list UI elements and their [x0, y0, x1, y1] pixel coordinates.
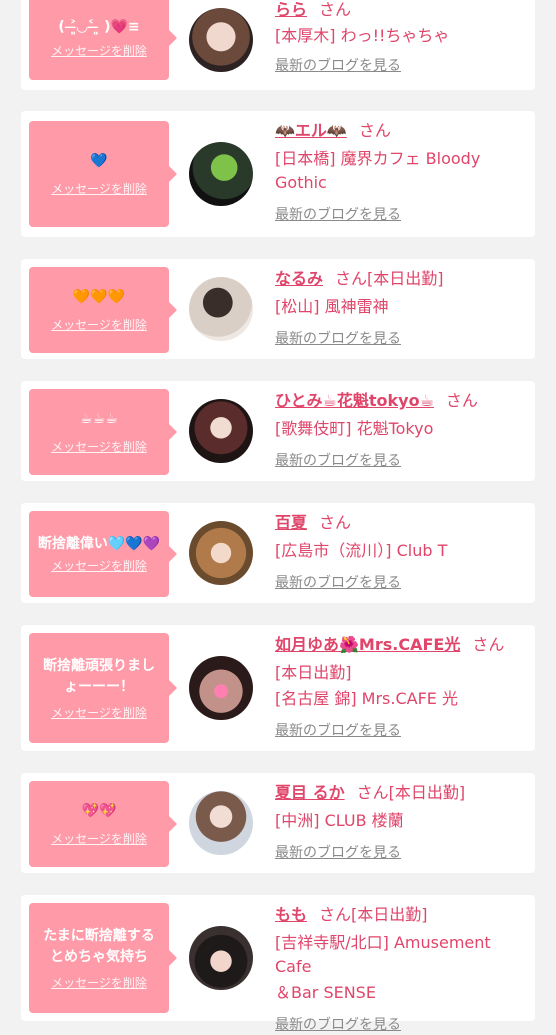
name-link[interactable]: 🦇エル🦇	[275, 121, 347, 140]
list-item: 💙 メッセージを削除 🦇エル🦇 さん [日本橋] 魔界カフェ Bloody Got…	[21, 111, 535, 237]
message-bubble: ☕☕☕ メッセージを削除	[29, 389, 177, 475]
shop-info: Gothic	[275, 173, 327, 192]
shop-info: [広島市（流川）] Club T	[275, 541, 448, 560]
list-item: ☕☕☕ メッセージを削除 ひとみ☕花魁tokyo☕ さん [歌舞伎町] 花魁Tok…	[21, 381, 535, 481]
shop-info: [本日出勤]	[275, 663, 352, 682]
message-text: 💙	[90, 153, 108, 169]
name-link[interactable]: もも	[275, 905, 307, 924]
message-text: 断捨離偉い🩵💙💜	[37, 536, 161, 552]
latest-blog-link[interactable]: 最新のブログを見る	[275, 205, 401, 225]
latest-blog-link[interactable]: 最新のブログを見る	[275, 721, 401, 741]
avatar[interactable]	[189, 399, 253, 463]
avatar[interactable]	[189, 142, 253, 206]
message-bubble: 💖💖 メッセージを削除	[29, 781, 177, 867]
delete-message-link[interactable]: メッセージを削除	[51, 557, 147, 574]
honorific: さん	[356, 783, 389, 802]
delete-message-link[interactable]: メッセージを削除	[51, 316, 147, 333]
honorific: さん	[319, 513, 352, 532]
message-bubble: 断捨離偉い🩵💙💜 メッセージを削除	[29, 511, 177, 597]
honorific: さん	[472, 635, 505, 654]
latest-blog-link[interactable]: 最新のブログを見る	[275, 451, 401, 471]
avatar[interactable]	[189, 521, 253, 585]
avatar[interactable]	[189, 8, 253, 72]
name-link[interactable]: らら	[275, 0, 307, 19]
honorific: さん	[358, 121, 391, 140]
message-bubble: 💙 メッセージを削除	[29, 121, 177, 227]
message-text: ☕☕☕	[80, 411, 118, 427]
message-text: 💖💖	[81, 803, 117, 819]
delete-message-link[interactable]: メッセージを削除	[51, 438, 147, 455]
delete-message-link[interactable]: メッセージを削除	[51, 974, 147, 991]
shop-info: [日本橋] 魔界カフェ Bloody	[275, 149, 481, 168]
message-bubble: たまに断捨離するとめちゃ気持ち メッセージを削除	[29, 903, 177, 1013]
status-label: [本日出勤]	[351, 905, 428, 924]
name-link[interactable]: 百夏	[275, 513, 307, 532]
shop-info: [歌舞伎町] 花魁Tokyo	[275, 419, 434, 438]
honorific: さん	[335, 269, 368, 288]
latest-blog-link[interactable]: 最新のブログを見る	[275, 843, 401, 863]
delete-message-link[interactable]: メッセージを削除	[51, 704, 147, 721]
latest-blog-link[interactable]: 最新のブログを見る	[275, 1015, 401, 1035]
status-label: [本日出勤]	[367, 269, 444, 288]
honorific: さん	[445, 391, 478, 410]
name-link[interactable]: 如月ゆあ🌺Mrs.CAFE光	[275, 635, 460, 654]
message-text: 🧡🧡🧡	[72, 289, 126, 305]
list-item: 断捨離偉い🩵💙💜 メッセージを削除 百夏 さん [広島市（流川）] Club T …	[21, 503, 535, 603]
list-item: 💖💖 メッセージを削除 夏目 るか さん[本日出勤] [中洲] CLUB 楼蘭 最…	[21, 773, 535, 873]
shop-info: [本厚木] わっ!!ちゃちゃ	[275, 26, 450, 45]
latest-blog-link[interactable]: 最新のブログを見る	[275, 56, 401, 76]
list-item: たまに断捨離するとめちゃ気持ち メッセージを削除 もも さん[本日出勤] [吉祥寺…	[21, 895, 535, 1033]
name-link[interactable]: 夏目 るか	[275, 783, 345, 802]
list-item: ( ˃̶͈◡˂ ̶͈ )💗≡ メッセージを削除 らら さん [本厚木] わっ!!ち…	[21, 0, 535, 90]
avatar[interactable]	[189, 277, 253, 341]
message-text: 断捨離頑張りましょーーー！	[43, 657, 155, 695]
message-bubble: 断捨離頑張りましょーーー！ メッセージを削除	[29, 633, 177, 743]
latest-blog-link[interactable]: 最新のブログを見る	[275, 573, 401, 593]
avatar[interactable]	[189, 926, 253, 990]
latest-blog-link[interactable]: 最新のブログを見る	[275, 329, 401, 349]
shop-info: ＆Bar SENSE	[275, 983, 376, 1002]
shop-info: [名古屋 錦] Mrs.CAFE 光	[275, 689, 458, 708]
list-item: 断捨離頑張りましょーーー！ メッセージを削除 如月ゆあ🌺Mrs.CAFE光 さん …	[21, 625, 535, 751]
message-text: たまに断捨離するとめちゃ気持ち	[43, 927, 155, 965]
delete-message-link[interactable]: メッセージを削除	[51, 42, 147, 59]
shop-info: [中洲] CLUB 楼蘭	[275, 811, 404, 830]
avatar[interactable]	[189, 791, 253, 855]
message-text: ( ˃̶͈◡˂ ̶͈ )💗≡	[58, 19, 140, 35]
honorific: さん	[319, 905, 352, 924]
avatar[interactable]	[189, 656, 253, 720]
name-link[interactable]: なるみ	[275, 269, 323, 288]
message-bubble: ( ˃̶͈◡˂ ̶͈ )💗≡ メッセージを削除	[29, 0, 177, 80]
shop-info: [吉祥寺駅/北口] Amusement Cafe	[275, 933, 491, 976]
honorific: さん	[319, 0, 352, 19]
delete-message-link[interactable]: メッセージを削除	[51, 180, 147, 197]
list-item: 🧡🧡🧡 メッセージを削除 なるみ さん[本日出勤] [松山] 風神雷神 最新のブロ…	[21, 259, 535, 359]
message-bubble: 🧡🧡🧡 メッセージを削除	[29, 267, 177, 353]
delete-message-link[interactable]: メッセージを削除	[51, 830, 147, 847]
shop-info: [松山] 風神雷神	[275, 297, 389, 316]
status-label: [本日出勤]	[388, 783, 466, 802]
name-link[interactable]: ひとみ☕花魁tokyo☕	[275, 391, 434, 410]
